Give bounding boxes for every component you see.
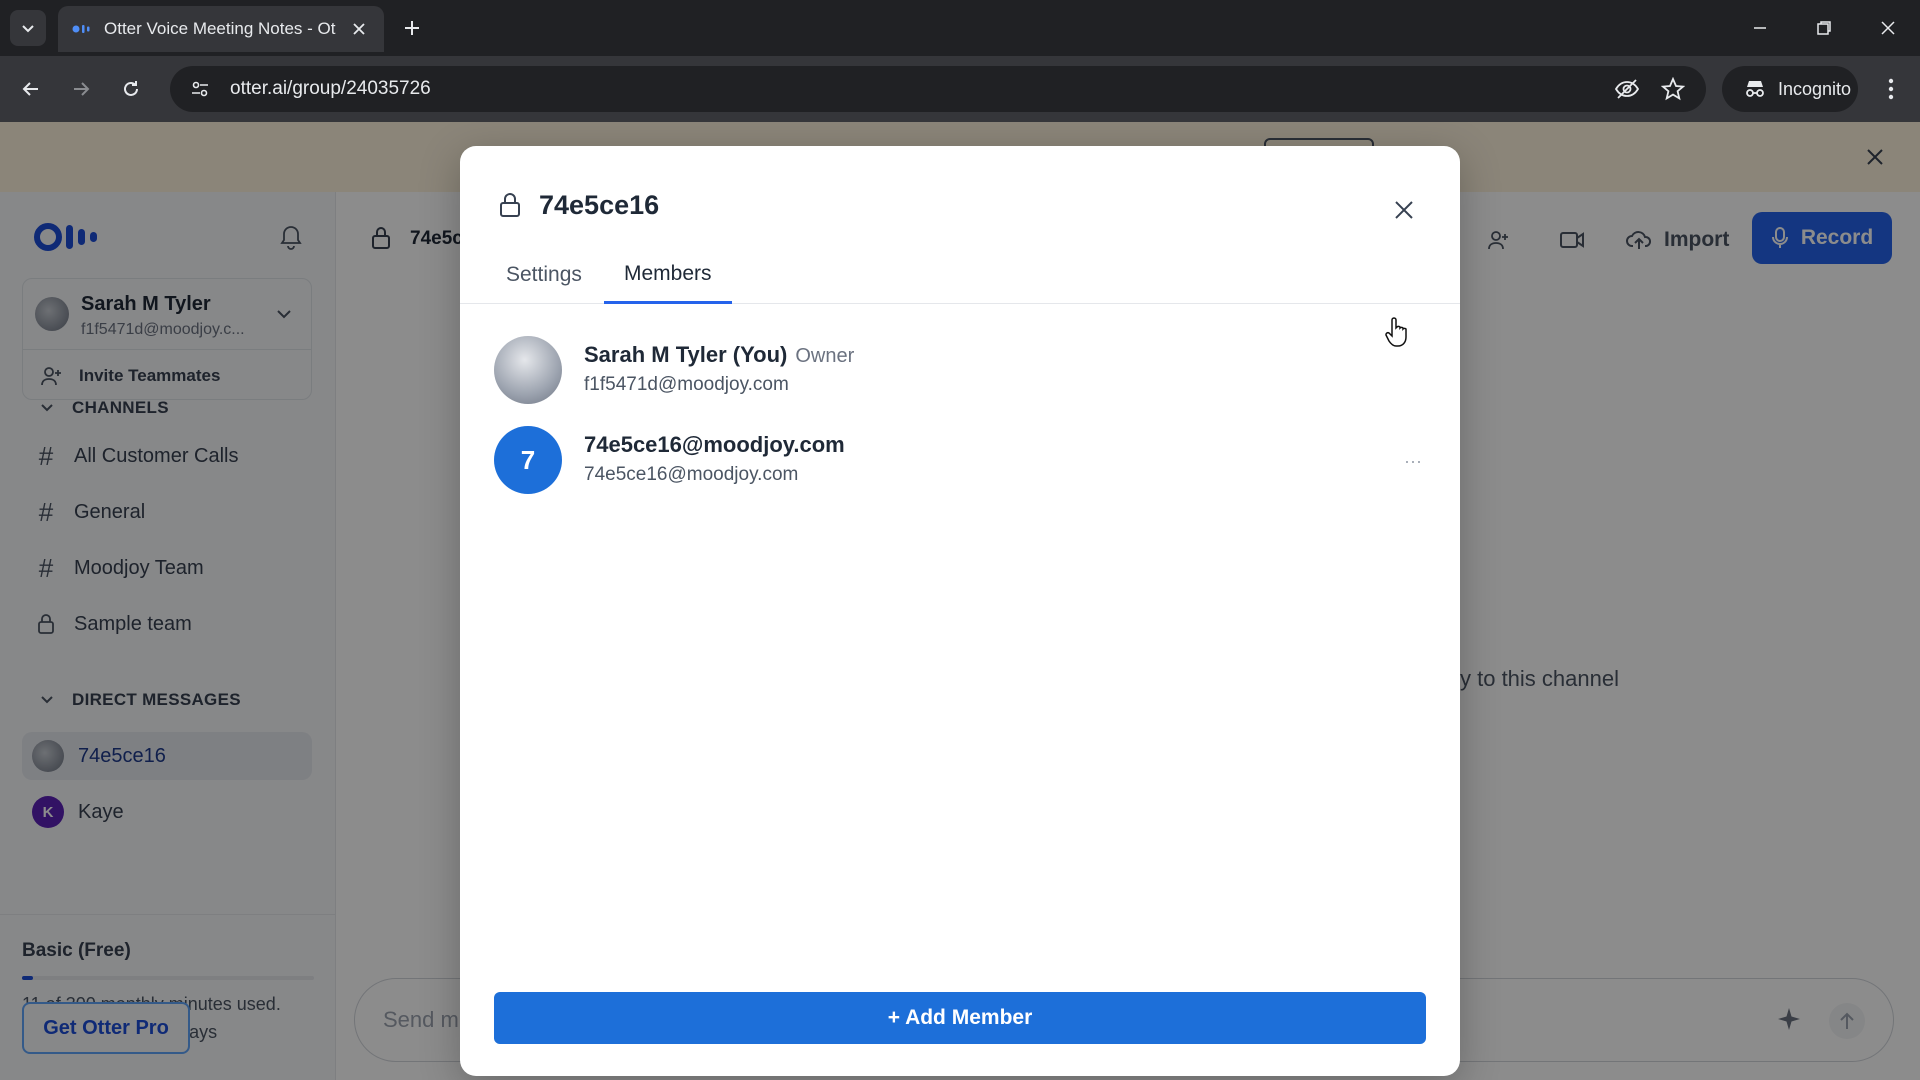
pointer-hand-icon xyxy=(1385,317,1407,347)
site-info-icon[interactable] xyxy=(186,75,214,103)
more-options-icon[interactable]: ··· xyxy=(1400,448,1426,474)
member-row: 7 74e5ce16@moodjoy.com 74e5ce16@moodjoy.… xyxy=(494,426,1426,498)
reload-icon[interactable] xyxy=(112,70,150,108)
incognito-icon xyxy=(1746,81,1764,97)
bookmark-star-icon[interactable] xyxy=(1658,74,1688,104)
tab-members[interactable]: Members xyxy=(604,246,732,304)
modal-close-icon[interactable] xyxy=(1388,194,1420,226)
member-row: Sarah M Tyler (You) Owner f1f5471d@moodjo… xyxy=(494,336,1426,408)
window-close-icon[interactable] xyxy=(1870,12,1906,44)
lock-icon xyxy=(500,193,520,217)
modal-title: 74e5ce16 xyxy=(539,190,660,220)
tab-settings[interactable]: Settings xyxy=(486,246,602,304)
minimize-icon[interactable] xyxy=(1742,12,1778,44)
browser-tabbar: Otter Voice Meeting Notes - Ot xyxy=(0,0,1920,56)
member-email: 74e5ce16@moodjoy.com xyxy=(584,464,799,485)
incognito-indicator[interactable]: Incognito xyxy=(1722,66,1858,112)
forward-arrow-icon[interactable] xyxy=(62,70,100,108)
new-tab-plus-icon[interactable] xyxy=(396,12,428,44)
member-name: 74e5ce16@moodjoy.com xyxy=(584,432,845,457)
eye-off-icon[interactable] xyxy=(1612,74,1642,104)
member-name-line: Sarah M Tyler (You) Owner xyxy=(584,342,854,368)
member-email: f1f5471d@moodjoy.com xyxy=(584,374,789,395)
member-name-line: 74e5ce16@moodjoy.com xyxy=(584,432,845,458)
browser-menu-icon[interactable] xyxy=(1876,74,1906,104)
tab-list-button[interactable] xyxy=(10,10,46,46)
add-member-button[interactable]: + Add Member xyxy=(494,992,1426,1044)
modal-tabs: Settings Members xyxy=(460,246,1460,304)
chevron-down-icon xyxy=(22,25,34,33)
back-arrow-icon[interactable] xyxy=(12,70,50,108)
tab-title: Otter Voice Meeting Notes - Ot xyxy=(104,19,336,38)
member-role: Owner xyxy=(795,345,855,367)
avatar: 7 xyxy=(494,426,562,494)
address-bar[interactable]: otter.ai/group/24035726 xyxy=(170,66,1706,112)
tab-close-icon[interactable] xyxy=(348,18,370,40)
incognito-label: Incognito xyxy=(1778,78,1852,99)
otter-favicon-icon xyxy=(72,22,92,36)
member-name: Sarah M Tyler (You) xyxy=(584,342,788,367)
avatar xyxy=(494,336,562,404)
channel-settings-modal: 74e5ce16 Settings Members Sarah M Tyler … xyxy=(460,146,1460,1076)
browser-toolbar: otter.ai/group/24035726 Incognito xyxy=(0,56,1920,122)
browser-tab[interactable]: Otter Voice Meeting Notes - Ot xyxy=(58,6,384,52)
restore-icon[interactable] xyxy=(1806,12,1842,44)
otter-page: Sarah M Tyler f1f5471d@moodjoy.c... Invi… xyxy=(0,122,1920,1080)
url-text: otter.ai/group/24035726 xyxy=(230,78,431,99)
